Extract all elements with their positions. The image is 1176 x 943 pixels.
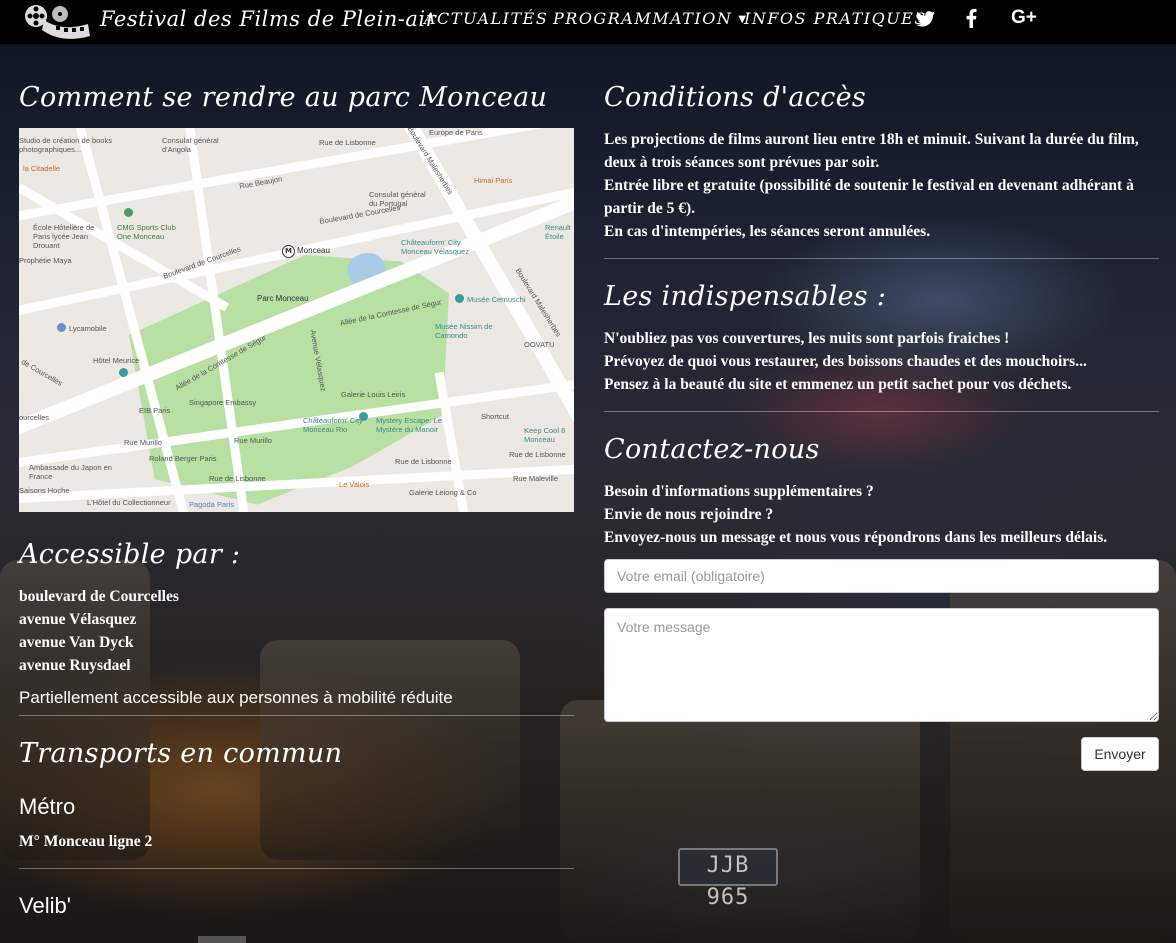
street-item: avenue Vélasquez — [19, 611, 137, 628]
map-label: Himai Paris — [474, 176, 513, 185]
map-label: Studio de création de books photographiq… — [19, 136, 112, 154]
museum-pin-icon — [455, 294, 464, 303]
map-label: Monceau — [297, 246, 330, 255]
sports-pin-icon — [124, 208, 133, 217]
nav-programmation[interactable]: PROGRAMMATION ▼ — [553, 9, 748, 28]
hotel-pin-icon — [119, 368, 128, 377]
map-label: Rue Murillo — [234, 436, 272, 445]
access-title: Comment se rendre au parc Monceau — [19, 82, 548, 113]
map-label: Consulat général du Portugal — [369, 190, 426, 208]
contact-title: Contactez-nous — [604, 434, 820, 465]
map-label: Lycamobile — [69, 324, 107, 333]
map-label: de Courcelles — [19, 357, 65, 388]
street-item: avenue Ruysdael — [19, 657, 131, 674]
map-label: Ambassade du Japon en France — [29, 463, 112, 481]
conditions-line: En cas d'intempéries, les séances seront… — [604, 223, 931, 240]
metro-line: M° Monceau ligne 2 — [19, 833, 153, 850]
horizontal-scrollbar[interactable] — [198, 936, 246, 943]
map-label: Galerie Louis Leiris — [341, 390, 406, 399]
conditions-line: partir de 5 €). — [604, 200, 695, 217]
divider — [19, 715, 574, 716]
map-label: Consulat général d'Angola — [162, 136, 219, 154]
map-label: Prophétie Maya — [19, 256, 72, 265]
pmr-note: Partiellement accessible aux personnes à… — [19, 688, 453, 707]
divider — [604, 411, 1159, 412]
map-label: Rue Murillo — [124, 438, 162, 447]
divider — [19, 868, 574, 869]
conditions-line: Entrée libre et gratuite (possibilité de… — [604, 177, 1134, 194]
message-textarea[interactable] — [604, 608, 1159, 722]
street-item: boulevard de Courcelles — [19, 588, 179, 605]
map-label: Châteauform' City Monceau Rio — [303, 416, 363, 434]
conditions-title: Conditions d'accès — [604, 82, 867, 113]
contact-line: Envie de nous rejoindre ? — [604, 506, 774, 523]
accessible-title: Accessible par : — [19, 539, 241, 570]
map-label: EIB Paris — [139, 406, 171, 415]
essentials-line: Pensez à la beauté du site et emmenez un… — [604, 376, 1072, 393]
conditions-text: Les projections de films auront lieu ent… — [604, 128, 1139, 243]
essentials-text: N'oubliez pas vos couvertures, les nuits… — [604, 327, 1087, 396]
map-label: Rue de Lisbonne — [209, 474, 266, 483]
twitter-icon[interactable] — [916, 11, 935, 27]
brand-title[interactable]: Festival des Films de Plein-air — [100, 7, 436, 31]
map-label: Renault Étoile — [545, 223, 571, 241]
map-label: Mystery Escape: Le Mystère du Manoir — [376, 416, 442, 434]
map-label: L'Hôtel du Collectionneur — [87, 498, 171, 507]
map-label: OOVATU — [524, 340, 555, 349]
facebook-icon[interactable] — [966, 9, 977, 28]
contact-text: Besoin d'informations supplémentaires ? … — [604, 480, 1107, 549]
map-label: Rue de Lisbonne — [319, 138, 376, 147]
metro-icon: M — [282, 245, 295, 258]
map[interactable]: Parc Monceau M Monceau Boulevard de Cour… — [19, 128, 574, 512]
map-label: la Citadelle — [23, 164, 61, 173]
map-label: Rue de Lisbonne — [509, 450, 566, 459]
divider — [604, 258, 1159, 259]
nav-programmation-label: PROGRAMMATION — [553, 9, 733, 28]
map-label: Saisons Hoche — [19, 486, 70, 495]
map-label: École Hôtelière de Paris lycée Jean Drou… — [33, 223, 95, 250]
conditions-line: deux à trois séances sont prévues par so… — [604, 154, 880, 171]
map-label: Parc Monceau — [257, 294, 309, 303]
map-label: Hôtel Meurice — [93, 356, 140, 365]
nav-infos-pratiques[interactable]: INFOS PRATIQUES — [744, 9, 927, 28]
street-list: boulevard de Courcelles avenue Vélasquez… — [19, 585, 179, 677]
map-label: Châteauform' City Monceau Vélasquez — [401, 238, 469, 256]
essentials-line: N'oubliez pas vos couvertures, les nuits… — [604, 330, 1010, 347]
film-reel-icon[interactable] — [22, 2, 92, 42]
map-label: CMG Sports Club One Monceau — [117, 223, 176, 241]
email-input[interactable] — [604, 559, 1159, 593]
map-label: Musée Nissim de Camondo — [435, 322, 493, 340]
essentials-line: Prévoyez de quoi vous restaurer, des boi… — [604, 353, 1087, 370]
essentials-title: Les indispensables : — [604, 281, 887, 312]
map-label: Shortcut — [481, 412, 509, 421]
metro-title: Métro — [19, 794, 76, 819]
map-label: Galerie Leiong & Co — [409, 488, 477, 497]
map-label: Europe de Paris — [429, 128, 483, 137]
shop-pin-icon — [57, 323, 66, 332]
nav-actualites[interactable]: ACTUALITÉS — [424, 9, 548, 28]
velib-title: Velib' — [19, 893, 71, 918]
conditions-line: Les projections de films auront lieu ent… — [604, 131, 1139, 148]
contact-line: Besoin d'informations supplémentaires ? — [604, 483, 874, 500]
main-content: Comment se rendre au parc Monceau Parc M… — [0, 0, 1176, 943]
map-label: Rue Maleville — [513, 474, 559, 483]
map-label: Musée Cernuschi — [467, 295, 526, 304]
map-label: Rue de Lisbonne — [395, 457, 452, 466]
contact-line: Envoyez-nous un message et nous vous rép… — [604, 529, 1108, 546]
navbar: Festival des Films de Plein-air ACTUALIT… — [0, 0, 1176, 45]
send-button[interactable]: Envoyer — [1081, 737, 1159, 771]
map-label: Keep Cool 8 Monceau — [524, 426, 566, 444]
map-label: Singapore Embassy — [189, 398, 257, 407]
map-label: Pagoda Paris — [189, 500, 235, 509]
map-label: Roland Berger Paris — [149, 454, 217, 463]
map-label: ourcelles — [19, 413, 50, 422]
google-plus-icon[interactable]: G+ — [1011, 7, 1037, 29]
street-item: avenue Van Dyck — [19, 634, 134, 651]
transport-title: Transports en commun — [19, 738, 343, 769]
map-label: Le Valois — [339, 480, 370, 489]
